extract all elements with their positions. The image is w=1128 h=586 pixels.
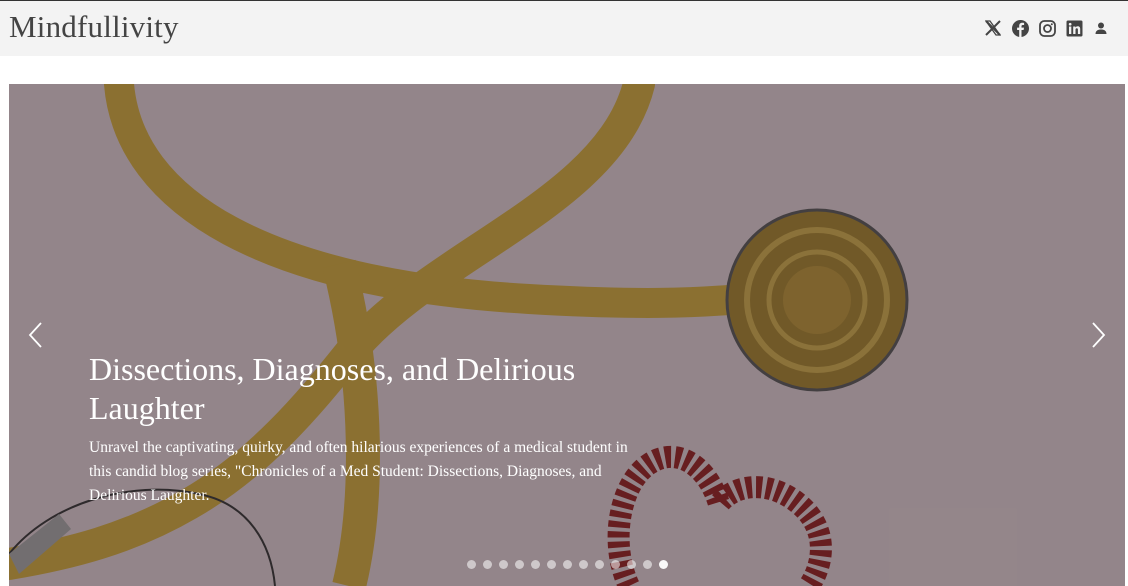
carousel-indicator-dot[interactable] — [579, 560, 588, 569]
hero-carousel: Dissections, Diagnoses, and Delirious La… — [9, 84, 1125, 586]
site-logo[interactable]: Mindfullivity — [9, 9, 179, 45]
carousel-indicator-dot[interactable] — [499, 560, 508, 569]
hero-overlay — [9, 84, 1125, 586]
hero-title[interactable]: Dissections, Diagnoses, and Delirious La… — [89, 350, 649, 428]
facebook-icon[interactable] — [1011, 19, 1029, 37]
carousel-indicator-dot[interactable] — [643, 560, 652, 569]
hero-description: Unravel the captivating, quirky, and oft… — [89, 439, 628, 504]
user-icon[interactable] — [1092, 19, 1110, 37]
carousel-indicator-dot[interactable] — [659, 560, 668, 569]
linkedin-icon[interactable] — [1065, 19, 1083, 37]
carousel-indicator-dot[interactable] — [515, 560, 524, 569]
carousel-indicator-dot[interactable] — [627, 560, 636, 569]
social-links — [984, 19, 1110, 37]
carousel-indicator-dot[interactable] — [531, 560, 540, 569]
top-bar: Mindfullivity — [0, 0, 1128, 56]
carousel-next-button[interactable] — [1083, 320, 1113, 350]
carousel-indicator-dot[interactable] — [483, 560, 492, 569]
chevron-right-icon — [1092, 322, 1106, 348]
carousel-indicator-dot[interactable] — [467, 560, 476, 569]
instagram-icon[interactable] — [1038, 19, 1056, 37]
carousel-prev-button[interactable] — [21, 320, 51, 350]
carousel-indicator-dot[interactable] — [611, 560, 620, 569]
carousel-indicators — [467, 560, 668, 569]
carousel-indicator-dot[interactable] — [547, 560, 556, 569]
chevron-left-icon — [28, 322, 42, 348]
carousel-indicator-dot[interactable] — [595, 560, 604, 569]
carousel-indicator-dot[interactable] — [563, 560, 572, 569]
x-icon[interactable] — [984, 19, 1002, 37]
hero-caption: Dissections, Diagnoses, and Delirious La… — [89, 350, 649, 508]
